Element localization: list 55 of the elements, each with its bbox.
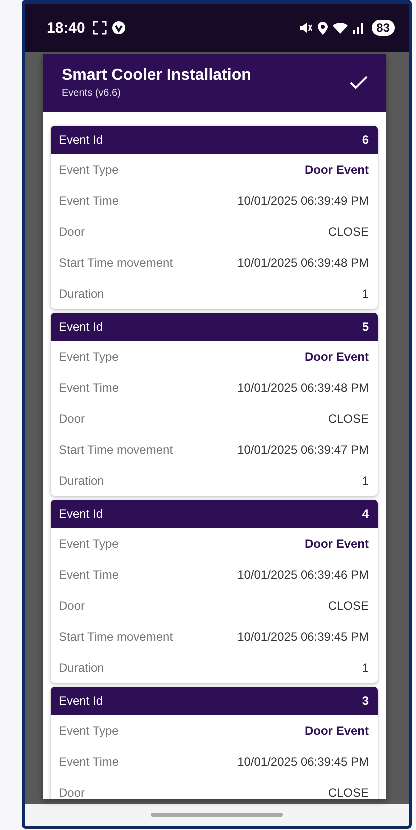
field-value: CLOSE xyxy=(328,412,369,426)
field-label: Event Id xyxy=(59,507,104,521)
field-label: Start Time movement xyxy=(59,442,174,456)
field-value: Door Event xyxy=(304,162,369,176)
event-id-value: 6 xyxy=(362,133,369,147)
signal-icon xyxy=(352,22,365,34)
field-value: 10/01/2025 06:39:45 PM xyxy=(238,630,369,644)
home-handle[interactable] xyxy=(151,813,283,817)
field-value: 10/01/2025 06:39:46 PM xyxy=(238,568,369,582)
status-time: 18:40 xyxy=(47,20,86,36)
field-label: Event Time xyxy=(59,568,120,582)
field-label: Duration xyxy=(59,286,104,300)
field-label: Duration xyxy=(59,474,104,488)
field-label: Event Time xyxy=(59,194,120,208)
field-value: Door Event xyxy=(304,536,369,550)
field-value: 10/01/2025 06:39:48 PM xyxy=(238,256,369,270)
field-value: 10/01/2025 06:39:48 PM xyxy=(238,380,369,394)
field-label: Event Type xyxy=(59,724,119,738)
field-label: Event Time xyxy=(59,754,120,768)
battery-level: 83 xyxy=(372,20,395,36)
field-value: 1 xyxy=(362,474,369,488)
field-label: Event Time xyxy=(59,380,120,394)
field-label: Start Time movement xyxy=(59,630,174,644)
field-label: Event Type xyxy=(59,162,119,176)
wifi-icon xyxy=(332,22,348,34)
field-label: Event Id xyxy=(59,694,104,708)
field-value: CLOSE xyxy=(328,786,369,799)
field-label: Door xyxy=(59,786,86,799)
field-label: Start Time movement xyxy=(59,256,174,270)
field-value: Door Event xyxy=(304,350,369,364)
field-value: 10/01/2025 06:39:49 PM xyxy=(238,194,369,208)
field-label: Door xyxy=(59,412,86,426)
event-id-value: 5 xyxy=(362,320,369,334)
field-value: CLOSE xyxy=(328,598,369,612)
field-value: 1 xyxy=(362,660,369,674)
location-icon xyxy=(318,22,328,34)
field-value: 10/01/2025 06:39:45 PM xyxy=(238,754,369,768)
field-label: Event Type xyxy=(59,350,119,364)
field-label: Event Id xyxy=(59,320,104,334)
field-label: Event Id xyxy=(59,133,104,147)
dialog-subtitle: Events (v6.6) xyxy=(62,88,122,99)
event-id-value: 3 xyxy=(362,694,369,708)
field-value: 1 xyxy=(362,286,369,300)
checkmark-icon xyxy=(350,76,368,90)
field-value: CLOSE xyxy=(328,224,369,238)
mute-icon xyxy=(298,22,313,34)
field-label: Duration xyxy=(59,660,104,674)
screen-frame-icon xyxy=(93,21,108,35)
event-id-value: 4 xyxy=(362,507,369,521)
field-value: 10/01/2025 06:39:47 PM xyxy=(238,442,369,456)
field-label: Event Type xyxy=(59,536,119,550)
field-label: Door xyxy=(59,598,86,612)
field-value: Door Event xyxy=(304,724,369,738)
field-label: Door xyxy=(59,224,86,238)
dialog-title: Smart Cooler Installation xyxy=(62,67,252,85)
